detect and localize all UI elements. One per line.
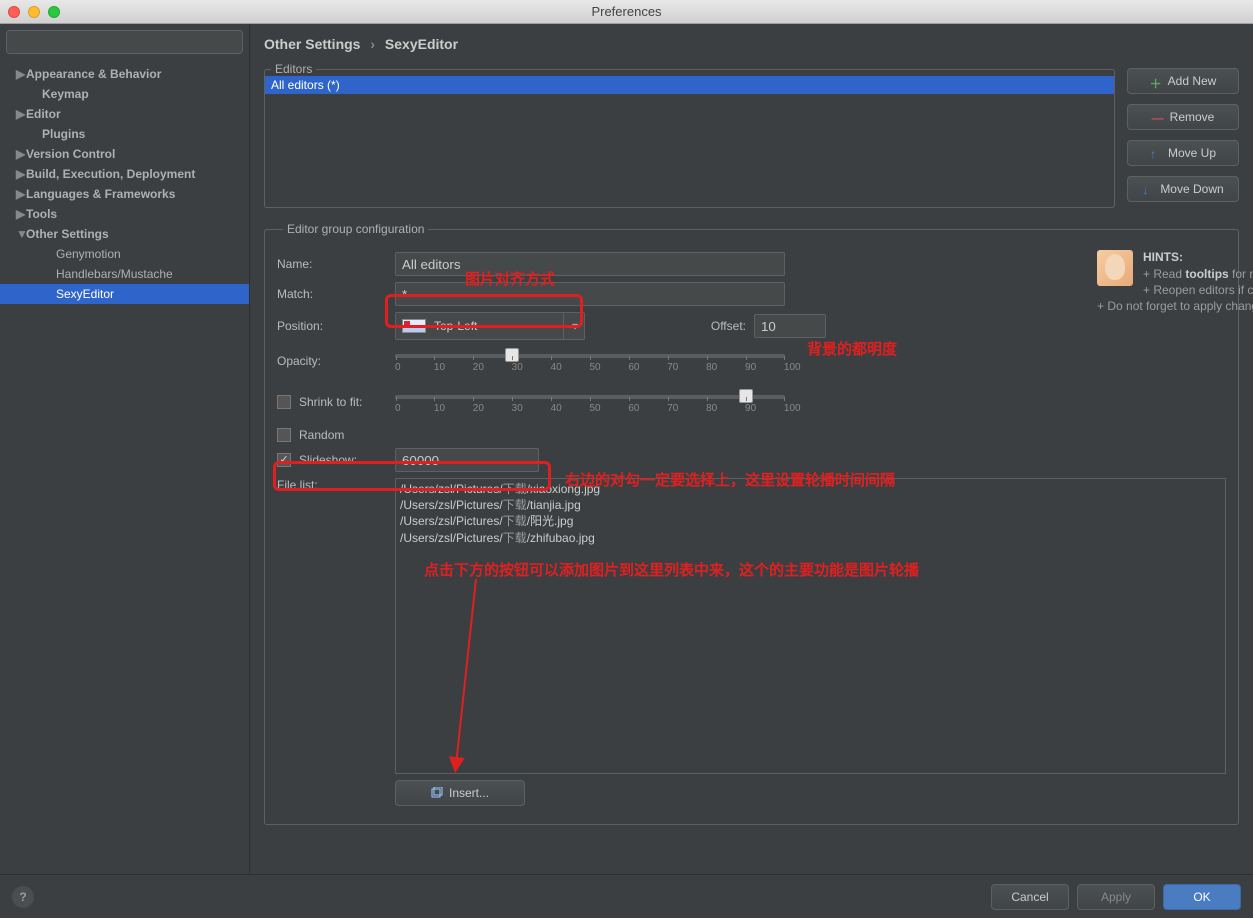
search-input[interactable]: [6, 30, 243, 54]
slideshow-label: Slideshow:: [299, 453, 357, 467]
move-down-button[interactable]: ↓ Move Down: [1127, 176, 1239, 202]
arrow-up-icon: ↑: [1150, 147, 1162, 159]
breadcrumb-root[interactable]: Other Settings: [264, 36, 360, 52]
file-list[interactable]: /Users/zsl/Pictures/下载/xiaoxiong.jpg/Use…: [395, 478, 1226, 774]
filelist-label: File list:: [277, 478, 395, 492]
breadcrumb: Other Settings › SexyEditor: [264, 36, 1239, 52]
add-new-button[interactable]: ＋ Add New: [1127, 68, 1239, 94]
apply-button[interactable]: Apply: [1077, 884, 1155, 910]
minus-icon: —: [1152, 111, 1164, 123]
insert-icon: [431, 787, 443, 799]
position-label: Position:: [277, 319, 395, 333]
editors-list-row[interactable]: All editors (*): [265, 76, 1114, 94]
remove-button[interactable]: — Remove: [1127, 104, 1239, 130]
settings-tree: ▶Appearance & BehaviorKeymap▶EditorPlugi…: [0, 60, 249, 304]
sidebar-item-other-settings[interactable]: ▼Other Settings: [0, 224, 249, 244]
tree-arrow-icon: ▶: [16, 147, 26, 161]
footer: ? Cancel Apply OK: [0, 874, 1253, 918]
align-icon: [402, 319, 426, 333]
slideshow-checkbox[interactable]: [277, 453, 291, 467]
tree-arrow-icon: ▶: [16, 107, 26, 121]
insert-button[interactable]: Insert...: [395, 780, 525, 806]
sidebar-item-tools[interactable]: ▶Tools: [0, 204, 249, 224]
opacity-slider[interactable]: 0102030405060708090100: [395, 346, 785, 373]
hints-avatar: [1097, 250, 1133, 286]
offset-label: Offset:: [686, 319, 746, 333]
config-fieldset: Editor group configuration HINTS: + Read…: [264, 222, 1239, 825]
opacity-label: Opacity:: [277, 354, 395, 368]
file-list-row[interactable]: /Users/zsl/Pictures/下载/tianjia.jpg: [400, 497, 1221, 513]
cancel-button[interactable]: Cancel: [991, 884, 1069, 910]
tree-arrow-icon: ▶: [16, 207, 26, 221]
tree-arrow-icon: ▶: [16, 187, 26, 201]
position-select[interactable]: Top-Left ▾: [395, 312, 585, 340]
random-label: Random: [299, 428, 344, 442]
sidebar-item-sexyeditor[interactable]: SexyEditor: [0, 284, 249, 304]
hints-panel: HINTS: + Read tooltips for more help. + …: [1097, 250, 1253, 315]
sidebar-item-plugins[interactable]: Plugins: [0, 124, 249, 144]
sidebar-item-version-control[interactable]: ▶Version Control: [0, 144, 249, 164]
sidebar-item-build-execution-deployment[interactable]: ▶Build, Execution, Deployment: [0, 164, 249, 184]
random-checkbox[interactable]: [277, 428, 291, 442]
main-area: ▶Appearance & BehaviorKeymap▶EditorPlugi…: [0, 24, 1253, 874]
titlebar: Preferences: [0, 0, 1253, 24]
sidebar-item-appearance-behavior[interactable]: ▶Appearance & Behavior: [0, 64, 249, 84]
match-label: Match:: [277, 287, 395, 301]
sidebar-item-genymotion[interactable]: Genymotion: [0, 244, 249, 264]
sidebar-item-handlebars-mustache[interactable]: Handlebars/Mustache: [0, 264, 249, 284]
arrow-down-icon: ↓: [1142, 183, 1154, 195]
chevron-down-icon: ▾: [563, 313, 578, 339]
annotation-insert: 点击下方的按钮可以添加图片到这里列表中来，这个的主要功能是图片轮播: [424, 561, 919, 581]
shrink-label: Shrink to fit:: [299, 395, 362, 409]
sidebar: ▶Appearance & BehaviorKeymap▶EditorPlugi…: [0, 24, 250, 874]
editors-fieldset: Editors All editors (*): [264, 62, 1115, 208]
breadcrumb-leaf: SexyEditor: [385, 36, 458, 52]
tree-arrow-icon: ▶: [16, 167, 26, 181]
window-title: Preferences: [0, 4, 1253, 19]
file-list-row[interactable]: /Users/zsl/Pictures/下载/zhifubao.jpg: [400, 530, 1221, 546]
sidebar-item-editor[interactable]: ▶Editor: [0, 104, 249, 124]
shrink-slider[interactable]: 0102030405060708090100: [395, 387, 785, 414]
slideshow-input[interactable]: [395, 448, 539, 472]
tree-arrow-icon: ▶: [16, 67, 26, 81]
shrink-checkbox[interactable]: [277, 395, 291, 409]
ok-button[interactable]: OK: [1163, 884, 1241, 910]
help-button[interactable]: ?: [12, 886, 34, 908]
editors-list[interactable]: All editors (*): [265, 76, 1114, 204]
file-list-row[interactable]: /Users/zsl/Pictures/下载/xiaoxiong.jpg: [400, 481, 1221, 497]
name-label: Name:: [277, 257, 395, 271]
sidebar-item-keymap[interactable]: Keymap: [0, 84, 249, 104]
file-list-row[interactable]: /Users/zsl/Pictures/下载/阳光.jpg: [400, 513, 1221, 529]
name-input[interactable]: [395, 252, 785, 276]
editors-legend: Editors: [271, 62, 316, 76]
config-legend: Editor group configuration: [283, 222, 428, 236]
content-panel: Other Settings › SexyEditor Editors All …: [250, 24, 1253, 874]
editors-buttons: ＋ Add New — Remove ↑ Move Up ↓ Move Down: [1127, 68, 1239, 208]
offset-input[interactable]: [754, 314, 826, 338]
plus-icon: ＋: [1150, 75, 1162, 87]
move-up-button[interactable]: ↑ Move Up: [1127, 140, 1239, 166]
sidebar-item-languages-frameworks[interactable]: ▶Languages & Frameworks: [0, 184, 249, 204]
tree-arrow-icon: ▼: [16, 227, 26, 241]
match-input[interactable]: [395, 282, 785, 306]
